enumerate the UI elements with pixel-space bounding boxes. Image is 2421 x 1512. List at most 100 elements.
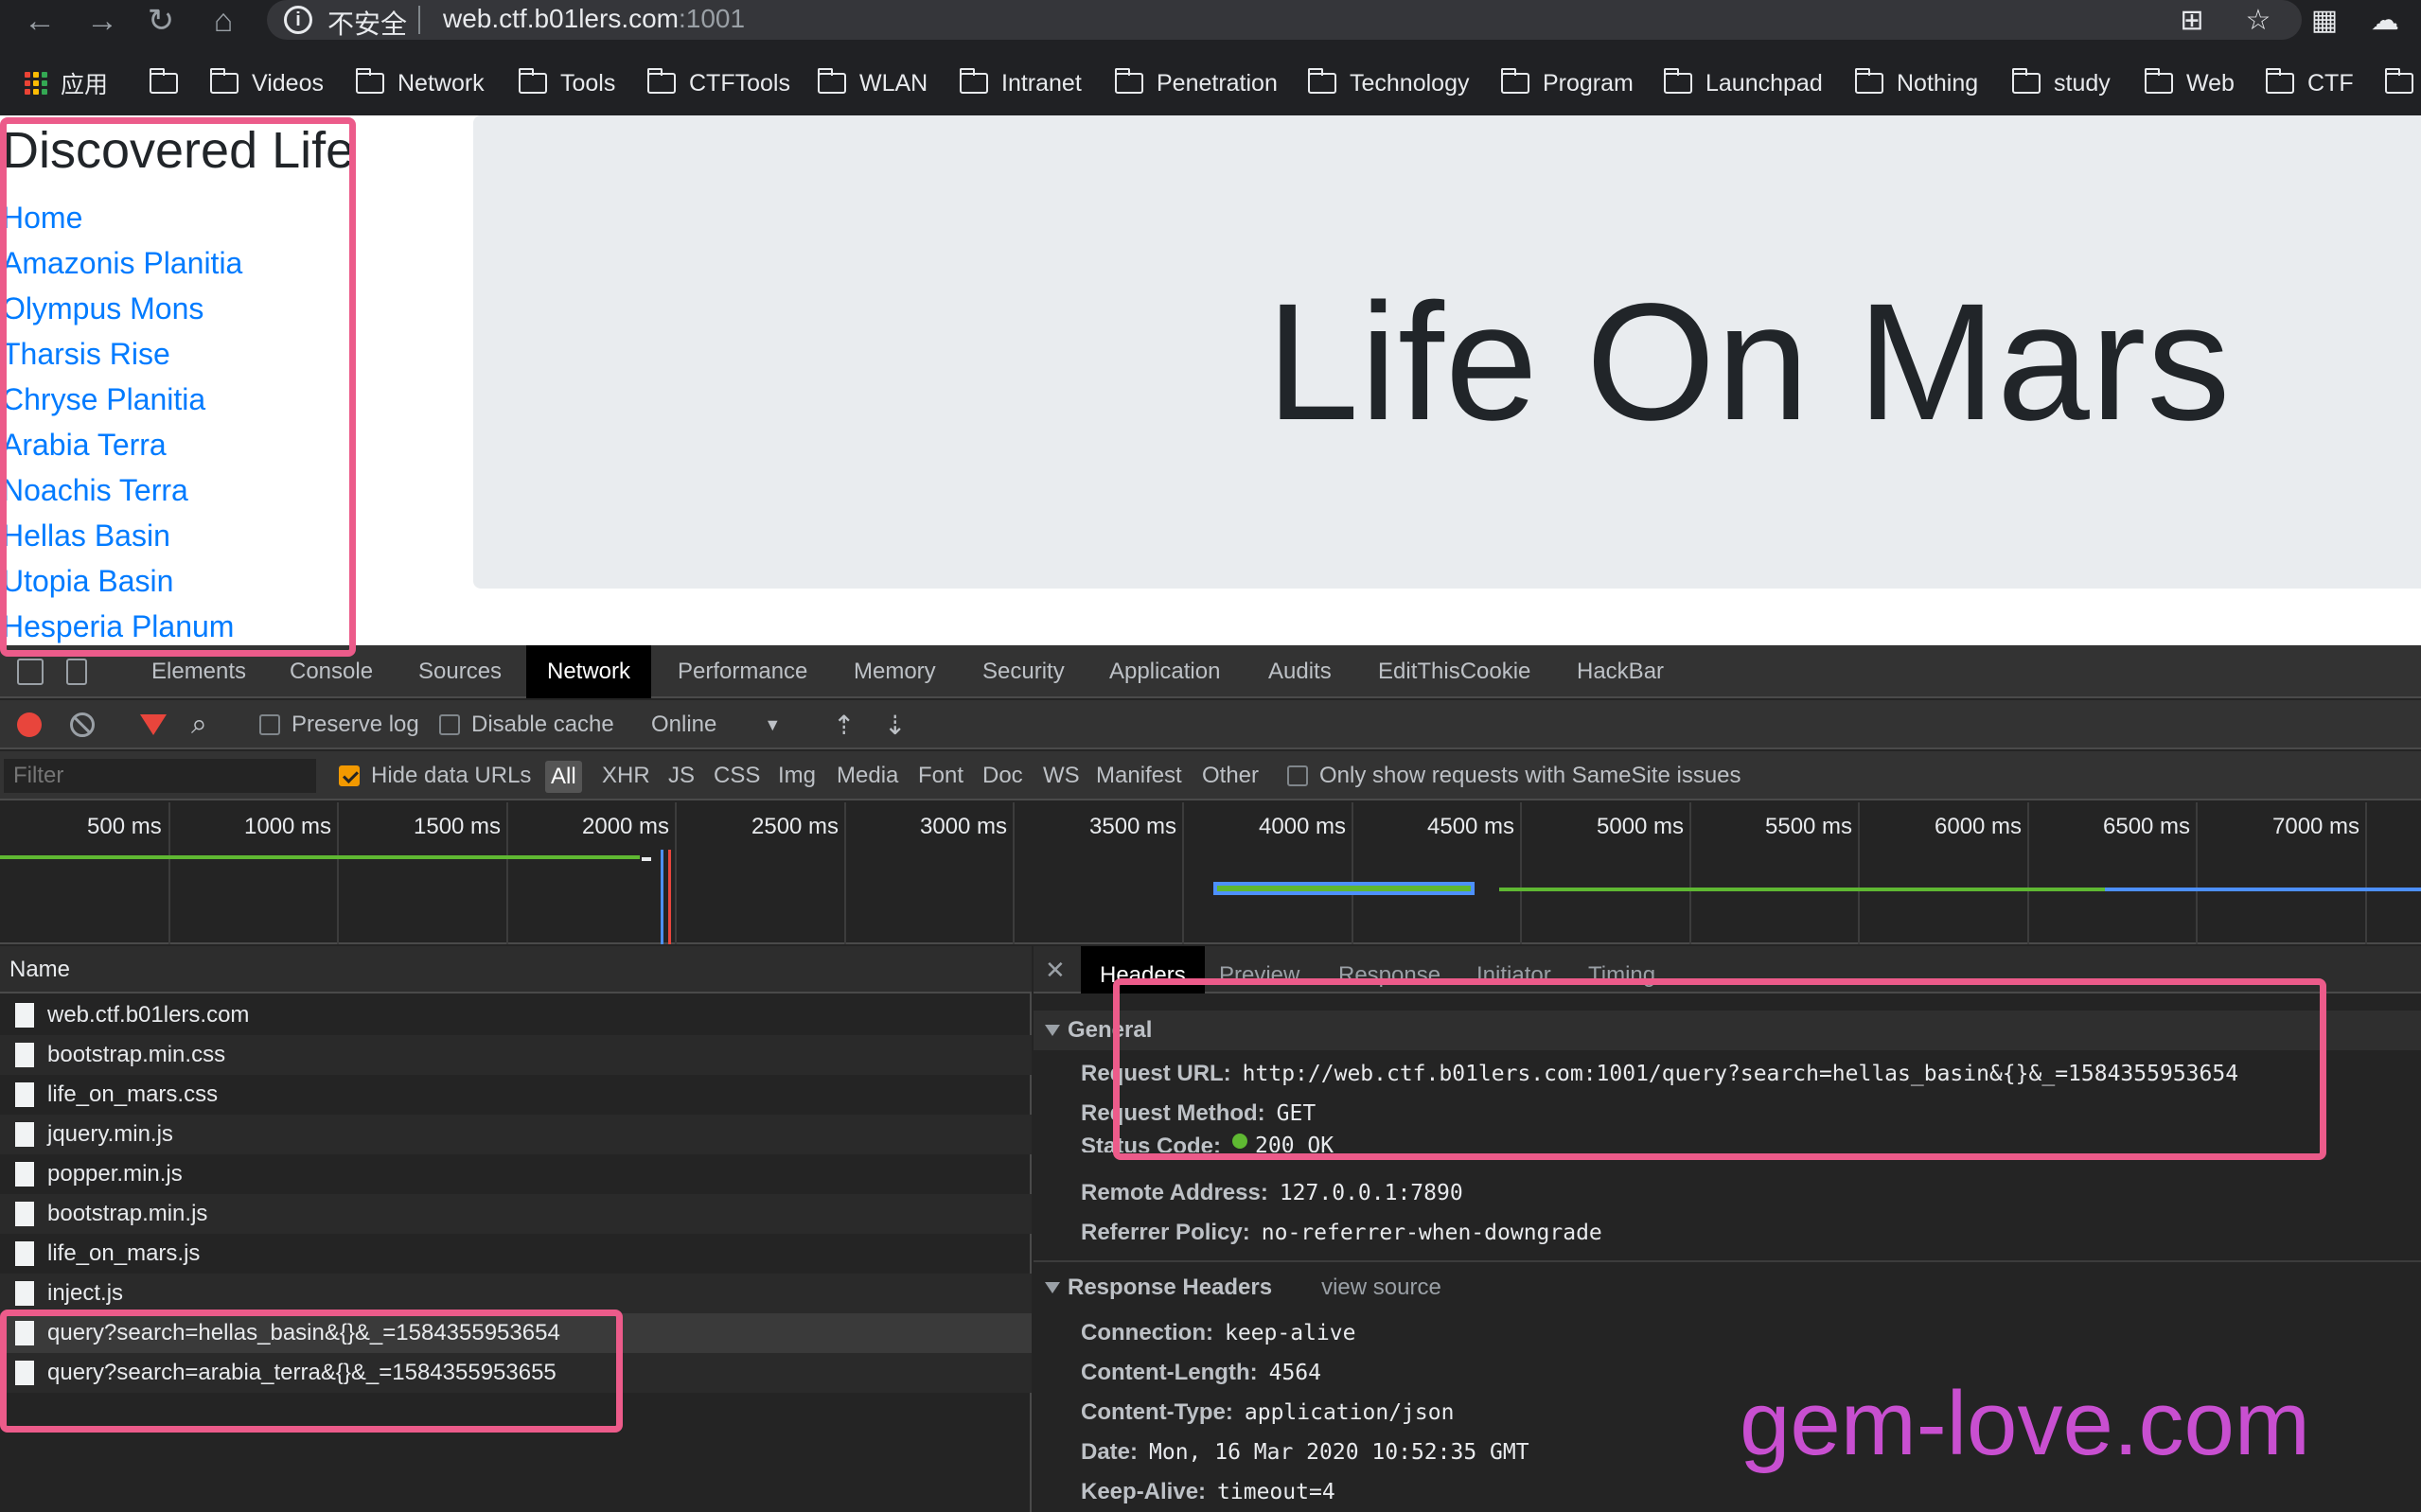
filter-type-all[interactable]: All bbox=[545, 761, 582, 793]
filter-type-css[interactable]: CSS bbox=[714, 751, 760, 800]
filter-type-ws[interactable]: WS bbox=[1043, 751, 1080, 800]
bookmark-intranet[interactable]: Intranet bbox=[959, 62, 1082, 104]
translate-icon[interactable]: ⊞ bbox=[2175, 4, 2209, 38]
search-icon[interactable]: ⌕ bbox=[191, 700, 207, 749]
filter-type-doc[interactable]: Doc bbox=[982, 751, 1023, 800]
timeline-gridline bbox=[1182, 802, 1184, 944]
preserve-log-checkbox[interactable]: Preserve log bbox=[259, 700, 419, 749]
disable-cache-checkbox[interactable]: Disable cache bbox=[439, 700, 614, 749]
bookmark-wlan[interactable]: WLAN bbox=[817, 62, 928, 104]
bookmark-label: 应用 bbox=[61, 72, 109, 98]
filter-type-other[interactable]: Other bbox=[1202, 751, 1259, 800]
filter-type-js[interactable]: JS bbox=[668, 751, 695, 800]
timeline-gridline bbox=[675, 802, 677, 944]
home-icon[interactable]: ⌂ bbox=[204, 2, 242, 40]
tab-hackbar[interactable]: HackBar bbox=[1577, 645, 1664, 698]
bookmark-technology[interactable]: Technology bbox=[1307, 62, 1469, 104]
back-icon[interactable]: ← bbox=[21, 2, 59, 40]
response-header-row: Connection: keep-alive bbox=[1081, 1313, 1355, 1353]
filter-type-font[interactable]: Font bbox=[918, 751, 963, 800]
tab-sources[interactable]: Sources bbox=[418, 645, 502, 698]
timeline-tick-label: 2500 ms bbox=[751, 814, 839, 839]
watermark-text: gem-love.com bbox=[1740, 1373, 2310, 1474]
filter-type-xhr[interactable]: XHR bbox=[602, 751, 650, 800]
request-row[interactable]: popper.min.js bbox=[0, 1154, 1032, 1194]
url-text: web.ctf.b01lers.com:1001 bbox=[443, 4, 745, 34]
view-source-link[interactable]: view source bbox=[1321, 1275, 1441, 1301]
timeline-tick-label: 4500 ms bbox=[1427, 814, 1515, 839]
network-overview-timeline[interactable]: 500 ms 1000 ms 1500 ms 2000 ms 2500 ms 3… bbox=[0, 802, 2421, 944]
bookmark-label: CTF bbox=[2307, 69, 2354, 97]
record-button[interactable] bbox=[17, 700, 42, 749]
file-icon bbox=[15, 1043, 34, 1067]
bookmark-star-icon[interactable]: ☆ bbox=[2241, 4, 2275, 38]
tab-application[interactable]: Application bbox=[1109, 645, 1220, 698]
cloud-extension-icon[interactable]: ☁ bbox=[2368, 4, 2402, 38]
filter-type-manifest[interactable]: Manifest bbox=[1096, 751, 1182, 800]
bookmark-folder-unnamed[interactable] bbox=[149, 62, 191, 104]
request-row[interactable]: bootstrap.min.css bbox=[0, 1035, 1032, 1075]
name-column-header[interactable]: Name bbox=[0, 946, 1032, 993]
timeline-gridline bbox=[168, 802, 170, 944]
tab-memory[interactable]: Memory bbox=[854, 645, 936, 698]
bookmark-apps[interactable]: 应用 bbox=[25, 62, 108, 104]
bookmark-overflow[interactable] bbox=[2384, 62, 2421, 104]
header-key: Connection: bbox=[1081, 1320, 1213, 1345]
request-row[interactable]: web.ctf.b01lers.com bbox=[0, 995, 1032, 1035]
request-row[interactable]: bootstrap.min.js bbox=[0, 1194, 1032, 1234]
throttle-select[interactable]: Online ▼ bbox=[651, 700, 781, 749]
header-value: 127.0.0.1:7890 bbox=[1279, 1181, 1463, 1205]
reload-icon[interactable]: ↻ bbox=[142, 2, 180, 40]
request-row[interactable]: life_on_mars.css bbox=[0, 1075, 1032, 1115]
address-bar[interactable]: i 不安全 web.ctf.b01lers.com:1001 ⊞ ☆ bbox=[267, 0, 2302, 40]
request-row[interactable]: life_on_mars.js bbox=[0, 1234, 1032, 1274]
tab-editthiscookie[interactable]: EditThisCookie bbox=[1378, 645, 1530, 698]
folder-icon bbox=[2011, 68, 2041, 94]
tab-performance[interactable]: Performance bbox=[678, 645, 807, 698]
inspect-element-icon[interactable] bbox=[17, 659, 44, 685]
clear-button[interactable] bbox=[70, 700, 95, 749]
request-row[interactable]: inject.js bbox=[0, 1274, 1032, 1313]
filter-type-media[interactable]: Media bbox=[837, 751, 898, 800]
device-toolbar-icon[interactable] bbox=[66, 659, 87, 685]
export-har-icon[interactable]: ⇣ bbox=[884, 700, 906, 749]
bookmark-videos[interactable]: Videos bbox=[209, 62, 324, 104]
bookmark-program[interactable]: Program bbox=[1500, 62, 1634, 104]
response-header-row: Date: Mon, 16 Mar 2020 10:52:35 GMT bbox=[1081, 1433, 1529, 1472]
info-icon[interactable]: i bbox=[284, 6, 312, 34]
folder-icon bbox=[2144, 68, 2173, 94]
bookmark-network[interactable]: Network bbox=[355, 62, 485, 104]
import-har-icon[interactable]: ⇡ bbox=[833, 700, 855, 749]
tab-audits[interactable]: Audits bbox=[1268, 645, 1332, 698]
header-value: application/json bbox=[1244, 1400, 1455, 1425]
bookmark-tools[interactable]: Tools bbox=[518, 62, 616, 104]
bookmark-label: Nothing bbox=[1897, 69, 1979, 97]
timeline-gridline bbox=[506, 802, 508, 944]
filter-input[interactable] bbox=[4, 759, 316, 793]
bookmark-label: Tools bbox=[560, 69, 616, 97]
bookmark-nothing[interactable]: Nothing bbox=[1854, 62, 1979, 104]
bookmark-study[interactable]: study bbox=[2011, 62, 2111, 104]
timeline-load-line bbox=[668, 850, 671, 944]
name-column-label: Name bbox=[9, 957, 71, 982]
tab-network[interactable]: Network bbox=[526, 645, 652, 698]
tab-security[interactable]: Security bbox=[982, 645, 1065, 698]
bookmark-penetration[interactable]: Penetration bbox=[1114, 62, 1278, 104]
close-icon[interactable]: ✕ bbox=[1045, 956, 1066, 985]
extension-flag-icon[interactable]: ▦ bbox=[2307, 4, 2341, 38]
bookmark-ctf[interactable]: CTF bbox=[2265, 62, 2354, 104]
filter-toggle-button[interactable] bbox=[140, 700, 167, 749]
response-headers-section-header[interactable]: Response Headers view source bbox=[1034, 1268, 2421, 1308]
forward-icon[interactable]: → bbox=[83, 2, 121, 40]
timeline-tick-label: 1000 ms bbox=[244, 814, 332, 839]
bookmark-ctftools[interactable]: CTFTools bbox=[646, 62, 790, 104]
bookmark-launchpad[interactable]: Launchpad bbox=[1663, 62, 1823, 104]
hide-data-urls-checkbox[interactable]: Hide data URLs bbox=[339, 751, 531, 800]
request-row[interactable]: jquery.min.js bbox=[0, 1115, 1032, 1154]
bookmark-web[interactable]: Web bbox=[2144, 62, 2235, 104]
timeline-tick-label: 4000 ms bbox=[1259, 814, 1347, 839]
samesite-checkbox[interactable]: Only show requests with SameSite issues bbox=[1287, 751, 1741, 800]
folder-icon bbox=[1854, 68, 1883, 94]
url-port: :1001 bbox=[679, 4, 746, 33]
filter-type-img[interactable]: Img bbox=[778, 751, 816, 800]
